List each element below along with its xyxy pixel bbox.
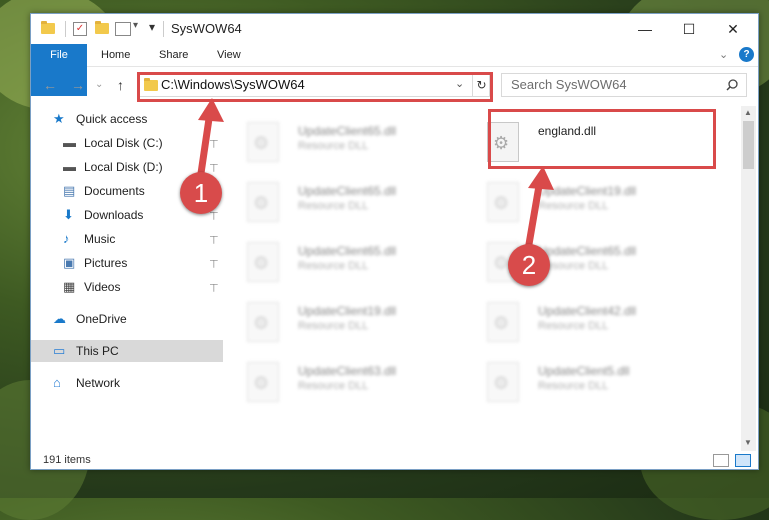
arrow-1-head bbox=[198, 98, 224, 122]
step-badge-1: 1 bbox=[180, 172, 222, 214]
arrow-1-shaft bbox=[196, 111, 214, 181]
arrow-2-head bbox=[528, 166, 554, 190]
step-badge-2: 2 bbox=[508, 244, 550, 286]
arrow-2-shaft bbox=[524, 179, 544, 251]
annotation-arrows bbox=[196, 98, 554, 251]
